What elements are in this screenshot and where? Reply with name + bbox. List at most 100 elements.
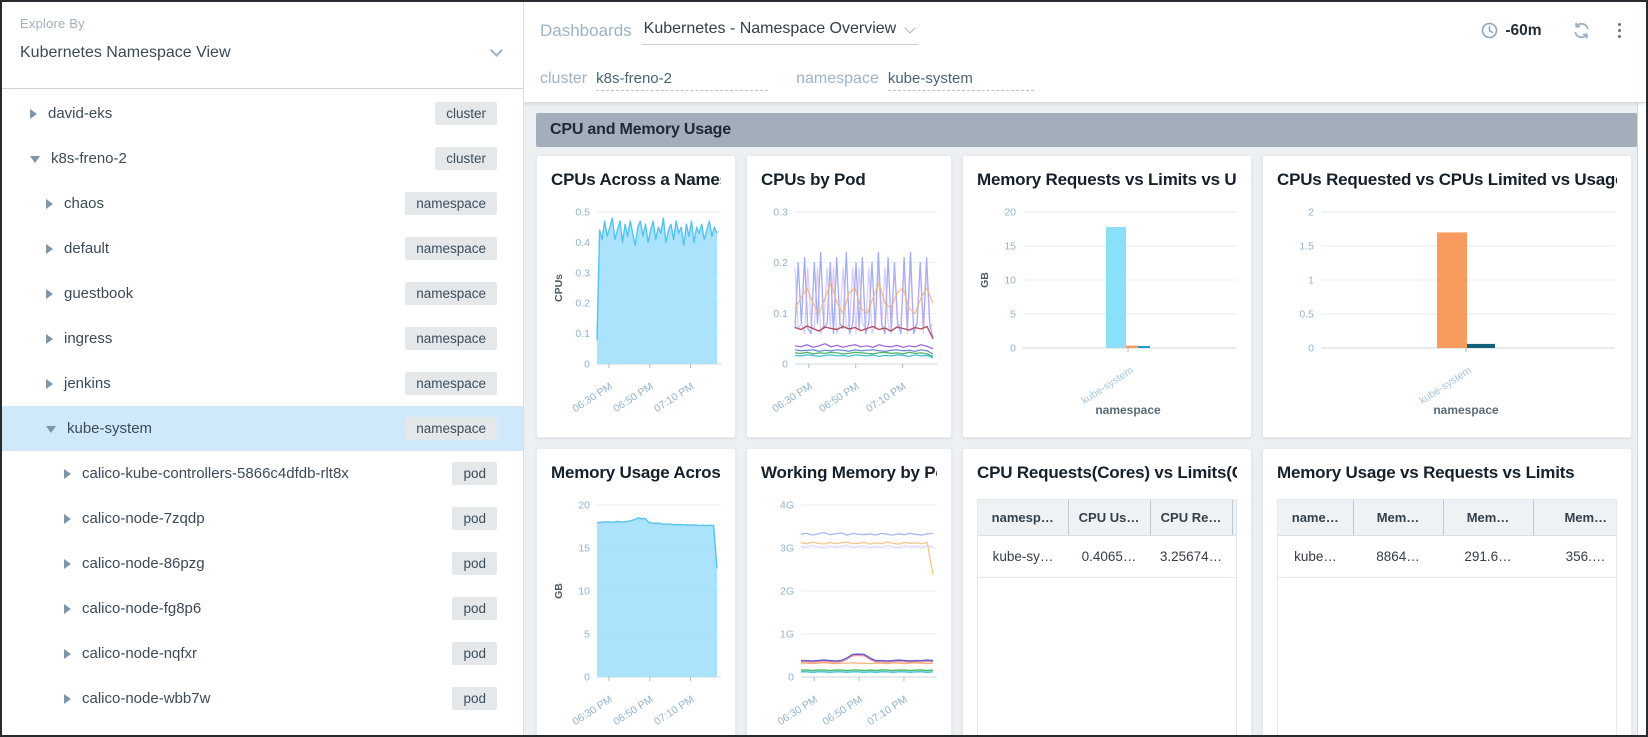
chevron-right-icon[interactable] (46, 289, 53, 299)
chevron-right-icon[interactable] (46, 379, 53, 389)
chevron-down-icon (905, 22, 916, 33)
view-selector[interactable]: Explore By Kubernetes Namespace View (2, 2, 523, 89)
table-header-cell[interactable]: Mem… (1353, 500, 1443, 536)
chevron-down-icon[interactable] (30, 156, 40, 163)
table-header-cell[interactable]: CPU Re… (1150, 500, 1232, 536)
tree-item-calico-node-86pzg[interactable]: calico-node-86pzg pod (2, 541, 523, 586)
namespace-filter-value[interactable]: kube-system (888, 70, 1034, 91)
tree-item-calico-node-wbb7w[interactable]: calico-node-wbb7wpod (2, 676, 523, 721)
chart-title: CPU Requests(Cores) vs Limits(Cores) (977, 463, 1237, 489)
dashboards-label: Dashboards (540, 21, 632, 41)
table-header-cell[interactable]: CPU Us… (1068, 500, 1150, 536)
svg-text:07:10 PM: 07:10 PM (865, 693, 909, 728)
chevron-right-icon[interactable] (46, 334, 53, 344)
tree-item-guestbook[interactable]: guestbooknamespace (2, 271, 523, 316)
tree-item-david-eks[interactable]: david-ekscluster (2, 91, 523, 136)
dashboard-select[interactable]: Kubernetes - Namespace Overview (642, 16, 919, 45)
tree-item-calico-node-fg8p6[interactable]: calico-node-fg8p6pod (2, 586, 523, 631)
tree-item-calico-kube-controllers-5866c4dfdb-rlt8x[interactable]: calico-kube-controllers-5866c4dfdb-rlt8x… (2, 451, 523, 496)
filter-bar: cluster k8s-freno-2 namespace kube-syste… (524, 59, 1646, 102)
table-header-cell[interactable]: Mem… (1533, 500, 1617, 536)
table-row: kube…8864…291.6…356.… (1278, 536, 1617, 578)
chart-plot[interactable]: 21.510.50kube-systemnamespace (1277, 198, 1617, 427)
dashboard-topbar: Dashboards Kubernetes - Namespace Overvi… (524, 2, 1646, 103)
chevron-right-icon[interactable] (64, 649, 71, 659)
svg-text:10: 10 (1004, 275, 1016, 287)
refresh-icon[interactable] (1572, 21, 1591, 40)
svg-text:06:50 PM: 06:50 PM (611, 693, 655, 728)
kebab-menu-icon[interactable] (1615, 20, 1625, 42)
chevron-right-icon[interactable] (64, 559, 71, 569)
tree-item-kube-system[interactable]: kube-systemnamespace (2, 406, 523, 451)
chart-plot[interactable]: 20151050GB06:30 PM06:50 PM07:10 PM (551, 491, 721, 735)
clock-icon[interactable] (1481, 22, 1498, 39)
tree-item-jenkins[interactable]: jenkinsnamespace (2, 361, 523, 406)
chart-plot[interactable]: 20151050GBkube-systemnamespace (977, 198, 1237, 427)
svg-text:CPUs: CPUs (553, 274, 565, 302)
tree-item-chaos[interactable]: chaosnamespace (2, 181, 523, 226)
svg-text:15: 15 (578, 543, 590, 555)
table-cell: 8864… (1353, 536, 1443, 578)
chart-card: Memory Usage vs Requests vs Limits name…… (1262, 448, 1632, 735)
svg-text:0.5: 0.5 (575, 207, 590, 219)
chart-plot[interactable]: 0.50.40.30.20.10CPUs06:30 PM06:50 PM07:1… (551, 198, 721, 427)
svg-text:06:30 PM: 06:30 PM (570, 693, 614, 728)
chart-card: CPU Requests(Cores) vs Limits(Cores) nam… (962, 448, 1252, 735)
chevron-right-icon[interactable] (64, 469, 71, 479)
chevron-down-icon[interactable] (46, 426, 56, 433)
chevron-right-icon[interactable] (64, 514, 71, 524)
table-header-cell[interactable] (1232, 500, 1237, 536)
table-header-cell[interactable]: namesp… (978, 500, 1068, 536)
svg-text:0.4: 0.4 (575, 237, 590, 249)
svg-text:namespace: namespace (1095, 403, 1161, 417)
tree-item-label: calico-node-7zqdp (82, 510, 205, 527)
type-badge: pod (452, 552, 497, 575)
table-cell: 291.6… (1443, 536, 1533, 578)
tree-item-label: calico-kube-controllers-5866c4dfdb-rlt8x (82, 465, 349, 482)
tree-item-ingress[interactable]: ingressnamespace (2, 316, 523, 361)
tree-item-label: guestbook (64, 285, 133, 302)
chevron-right-icon[interactable] (46, 244, 53, 254)
chevron-right-icon[interactable] (64, 604, 71, 614)
table-header-cell[interactable]: Mem… (1443, 500, 1533, 536)
tree-item-calico-node-nqfxr[interactable]: calico-node-nqfxrpod (2, 631, 523, 676)
svg-text:07:10 PM: 07:10 PM (652, 693, 696, 728)
svg-text:20: 20 (1004, 207, 1016, 219)
tree-item-k8s-freno-2[interactable]: k8s-freno-2cluster (2, 136, 523, 181)
svg-text:0: 0 (1010, 343, 1016, 355)
svg-text:GB: GB (979, 272, 991, 288)
tree-item-calico-node-7zqdp[interactable]: calico-node-7zqdppod (2, 496, 523, 541)
svg-text:2: 2 (1308, 207, 1314, 219)
chart-plot[interactable]: 4G3G2G1G006:30 PM06:50 PM07:10 PM (761, 491, 937, 735)
chart-plot[interactable]: 0.30.20.1006:30 PM06:50 PM07:10 PM (761, 198, 937, 427)
chart-plot[interactable]: namesp…CPU Us…CPU Re…kube-sy…0.4065…3.25… (977, 499, 1237, 735)
type-badge: cluster (435, 147, 497, 170)
svg-text:kube-system: kube-system (1079, 364, 1136, 407)
dashboard-main: Dashboards Kubernetes - Namespace Overvi… (524, 2, 1646, 735)
chart-title: CPUs Across a Namespace (551, 170, 721, 196)
chart-plot[interactable]: name…Mem…Mem…Mem…kube…8864…291.6…356.… (1277, 499, 1617, 735)
chevron-right-icon[interactable] (46, 199, 53, 209)
svg-text:0.3: 0.3 (575, 267, 590, 279)
table-cell: kube-sy… (978, 536, 1068, 578)
svg-text:06:30 PM: 06:30 PM (570, 380, 614, 415)
section-header-cpu-memory[interactable]: CPU and Memory Usage (536, 113, 1637, 147)
tree-item-label: calico-node-86pzg (82, 555, 205, 572)
tree-item-default[interactable]: defaultnamespace (2, 226, 523, 271)
chevron-right-icon[interactable] (30, 109, 37, 119)
svg-text:07:10 PM: 07:10 PM (652, 380, 696, 415)
time-range-value[interactable]: -60m (1505, 22, 1541, 40)
svg-text:1G: 1G (780, 629, 794, 641)
chevron-right-icon[interactable] (64, 694, 71, 704)
table-header-cell[interactable]: name… (1278, 500, 1353, 536)
tree-item-label: calico-node-wbb7w (82, 690, 210, 707)
table-cell: 356.… (1533, 536, 1617, 578)
svg-text:1.5: 1.5 (1299, 241, 1314, 253)
tree-item-label: ingress (64, 330, 112, 347)
chart-card: Working Memory by Pod 4G3G2G1G006:30 PM0… (746, 448, 952, 735)
cluster-filter-value[interactable]: k8s-freno-2 (596, 70, 768, 91)
explore-sidebar: Explore By Kubernetes Namespace View dav… (2, 2, 524, 735)
scrollbar-gutter[interactable] (1637, 103, 1646, 735)
type-badge: pod (452, 597, 497, 620)
explore-by-label: Explore By (20, 16, 505, 31)
